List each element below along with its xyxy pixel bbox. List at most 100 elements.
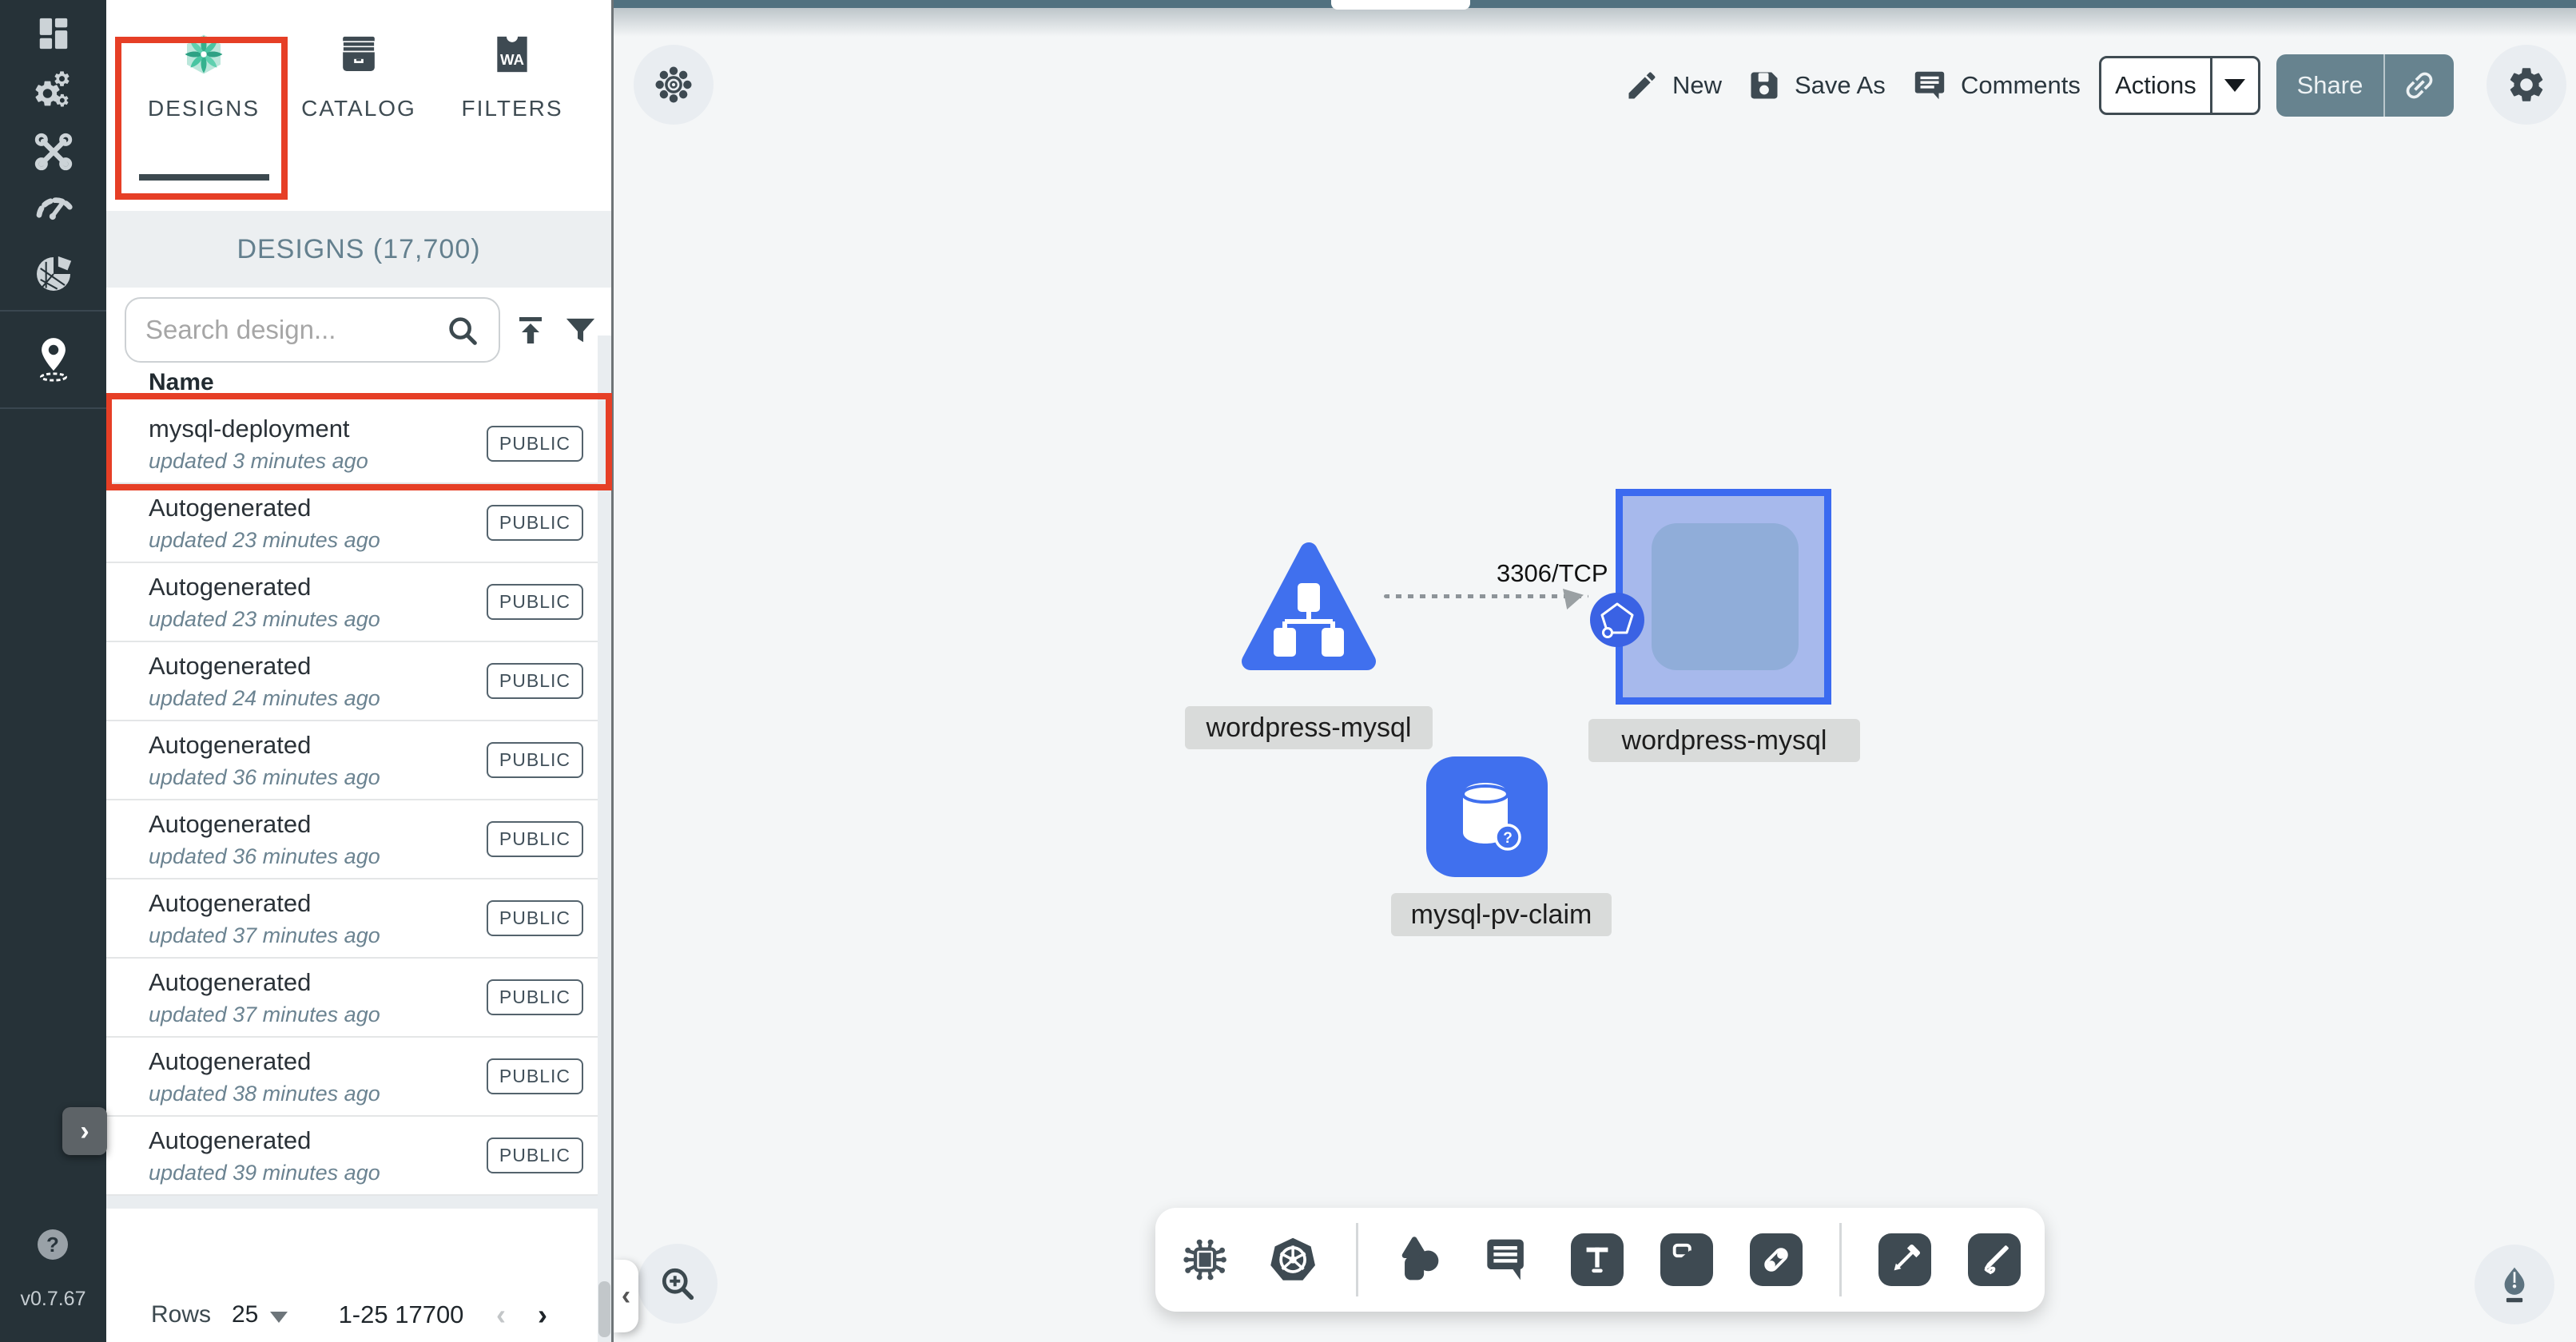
catalog-drawer-icon xyxy=(336,32,381,77)
tab-catalog-label: CATALOG xyxy=(301,96,416,121)
freehand-draw-tool[interactable] xyxy=(1968,1233,2021,1286)
tab-filters-label: FILTERS xyxy=(461,96,563,121)
upload-design-icon[interactable] xyxy=(511,312,550,350)
list-scrollbar-track[interactable] xyxy=(598,336,611,1342)
rectangle-icon xyxy=(1668,1241,1705,1278)
rectangle-tool[interactable] xyxy=(1660,1233,1713,1286)
design-row[interactable]: Autogenerated updated 37 minutes ago PUB… xyxy=(106,959,598,1038)
design-row[interactable]: mysql-deployment updated 3 minutes ago P… xyxy=(106,405,598,484)
comment-icon xyxy=(1911,67,1948,104)
freehand-pen-icon xyxy=(1976,1241,2013,1278)
new-button[interactable]: New xyxy=(1624,57,1722,114)
design-row[interactable]: Autogenerated updated 37 minutes ago PUB… xyxy=(106,879,598,959)
extensions-pie-icon xyxy=(31,252,76,296)
component-chip-tool[interactable] xyxy=(1179,1232,1230,1288)
sidebar-item-extensions[interactable] xyxy=(0,251,106,297)
design-updated: updated 3 minutes ago xyxy=(149,449,368,474)
design-row[interactable]: Autogenerated updated 36 minutes ago PUB… xyxy=(106,721,598,800)
design-name: Autogenerated xyxy=(149,1126,380,1155)
previous-page-button[interactable]: ‹ xyxy=(496,1298,506,1332)
sidebar-item-kanvas[interactable] xyxy=(0,334,106,385)
gears-icon xyxy=(30,69,78,117)
design-updated: updated 23 minutes ago xyxy=(149,528,380,553)
pen-nib-icon xyxy=(2493,1263,2536,1306)
design-row[interactable]: Autogenerated updated 38 minutes ago PUB… xyxy=(106,1038,598,1117)
filters-wasm-icon: WA xyxy=(490,32,535,77)
node-deployment-wordpress-mysql[interactable] xyxy=(1616,489,1831,705)
canvas-settings-button[interactable] xyxy=(2487,45,2566,125)
panel-collapse-handle[interactable]: ‹ xyxy=(614,1260,638,1332)
comments-button[interactable]: Comments xyxy=(1911,57,2081,114)
designs-spiral-icon xyxy=(181,32,226,77)
tab-filters[interactable]: WA FILTERS xyxy=(436,32,588,121)
text-tool[interactable] xyxy=(1571,1233,1624,1286)
help-icon: ? xyxy=(46,1233,59,1257)
edge-wordpress-mysql[interactable] xyxy=(1384,594,1588,598)
sidebar-divider xyxy=(0,310,106,312)
help-button[interactable]: ? xyxy=(38,1229,68,1260)
save-as-button[interactable]: Save As xyxy=(1747,57,1886,114)
visibility-badge: PUBLIC xyxy=(487,742,583,778)
top-dock-handle[interactable] xyxy=(1331,0,1470,10)
expand-chevron-icon: › xyxy=(80,1116,89,1147)
design-updated: updated 39 minutes ago xyxy=(149,1161,380,1185)
search-icon[interactable] xyxy=(444,312,481,349)
zoom-in-button[interactable] xyxy=(638,1244,718,1324)
kanvas-pin-icon xyxy=(34,336,74,383)
arrow-annotation-tool[interactable] xyxy=(1878,1233,1931,1286)
design-updated: updated 23 minutes ago xyxy=(149,607,380,632)
sidebar-item-lifecycle[interactable] xyxy=(0,69,106,118)
designs-count-header: DESIGNS (17,700) xyxy=(106,211,611,288)
pagination-range: 1-25 17700 xyxy=(328,1300,474,1329)
arrow-pen-icon xyxy=(1886,1241,1923,1278)
sidebar-expand-button[interactable]: › xyxy=(62,1107,107,1155)
design-updated: updated 36 minutes ago xyxy=(149,765,380,790)
rows-per-page-caret-icon[interactable] xyxy=(270,1312,288,1323)
share-button-label[interactable]: Share xyxy=(2276,54,2383,117)
app-version: v0.7.67 xyxy=(0,1288,106,1311)
comment-tool[interactable] xyxy=(1483,1232,1534,1288)
rows-per-page-value[interactable]: 25 xyxy=(232,1301,258,1328)
sidebar-item-dashboard[interactable] xyxy=(0,11,106,56)
database-icon: ? xyxy=(1442,773,1532,861)
design-updated: updated 38 minutes ago xyxy=(149,1082,380,1106)
design-row[interactable]: Autogenerated updated 24 minutes ago PUB… xyxy=(106,642,598,721)
design-canvas[interactable]: ‹ New Save As Comments Actions Share xyxy=(614,0,2576,1342)
sidebar-item-configuration[interactable] xyxy=(0,129,106,174)
dock-toggle-button[interactable] xyxy=(634,45,714,125)
next-page-button[interactable]: › xyxy=(538,1298,547,1332)
pen-mode-button[interactable] xyxy=(2475,1245,2554,1324)
connect-link-tool[interactable] xyxy=(1750,1233,1803,1286)
design-row[interactable]: Autogenerated updated 23 minutes ago PUB… xyxy=(106,563,598,642)
node-pvc-mysql-pv-claim[interactable]: ? xyxy=(1426,756,1548,877)
svg-text:WA: WA xyxy=(500,51,524,68)
pencil-icon xyxy=(1624,68,1660,103)
flower-dots-icon xyxy=(653,64,694,105)
list-scrollbar-thumb[interactable] xyxy=(598,1281,610,1337)
sidebar-item-performance[interactable] xyxy=(0,185,106,227)
visibility-badge: PUBLIC xyxy=(487,505,583,541)
filter-funnel-icon[interactable] xyxy=(562,312,599,350)
dock-divider xyxy=(1356,1223,1358,1296)
design-row[interactable]: Autogenerated updated 39 minutes ago PUB… xyxy=(106,1117,598,1196)
node-service-wordpress-mysql[interactable] xyxy=(1236,537,1381,681)
design-updated: updated 24 minutes ago xyxy=(149,686,380,711)
tab-designs[interactable]: DESIGNS xyxy=(128,32,280,121)
sidebar-divider xyxy=(0,407,106,409)
port-badge[interactable] xyxy=(1589,592,1645,648)
copy-link-button[interactable] xyxy=(2383,54,2454,117)
actions-dropdown-button[interactable] xyxy=(2210,58,2258,113)
tab-catalog[interactable]: CATALOG xyxy=(283,32,435,121)
edge-port-label: 3306/TCP xyxy=(1497,559,1602,588)
design-name: Autogenerated xyxy=(149,968,380,997)
node-label-deployment: wordpress-mysql xyxy=(1588,719,1860,762)
save-as-button-label: Save As xyxy=(1795,71,1886,100)
share-split-button[interactable]: Share xyxy=(2276,54,2454,117)
active-tab-indicator xyxy=(139,174,269,181)
design-row[interactable]: Autogenerated updated 36 minutes ago PUB… xyxy=(106,800,598,879)
design-row[interactable]: Autogenerated updated 23 minutes ago PUB… xyxy=(106,484,598,563)
shapes-tool[interactable] xyxy=(1395,1232,1446,1288)
actions-split-button[interactable]: Actions xyxy=(2099,56,2260,115)
actions-button-label[interactable]: Actions xyxy=(2101,58,2210,113)
kubernetes-tool[interactable] xyxy=(1267,1232,1318,1288)
